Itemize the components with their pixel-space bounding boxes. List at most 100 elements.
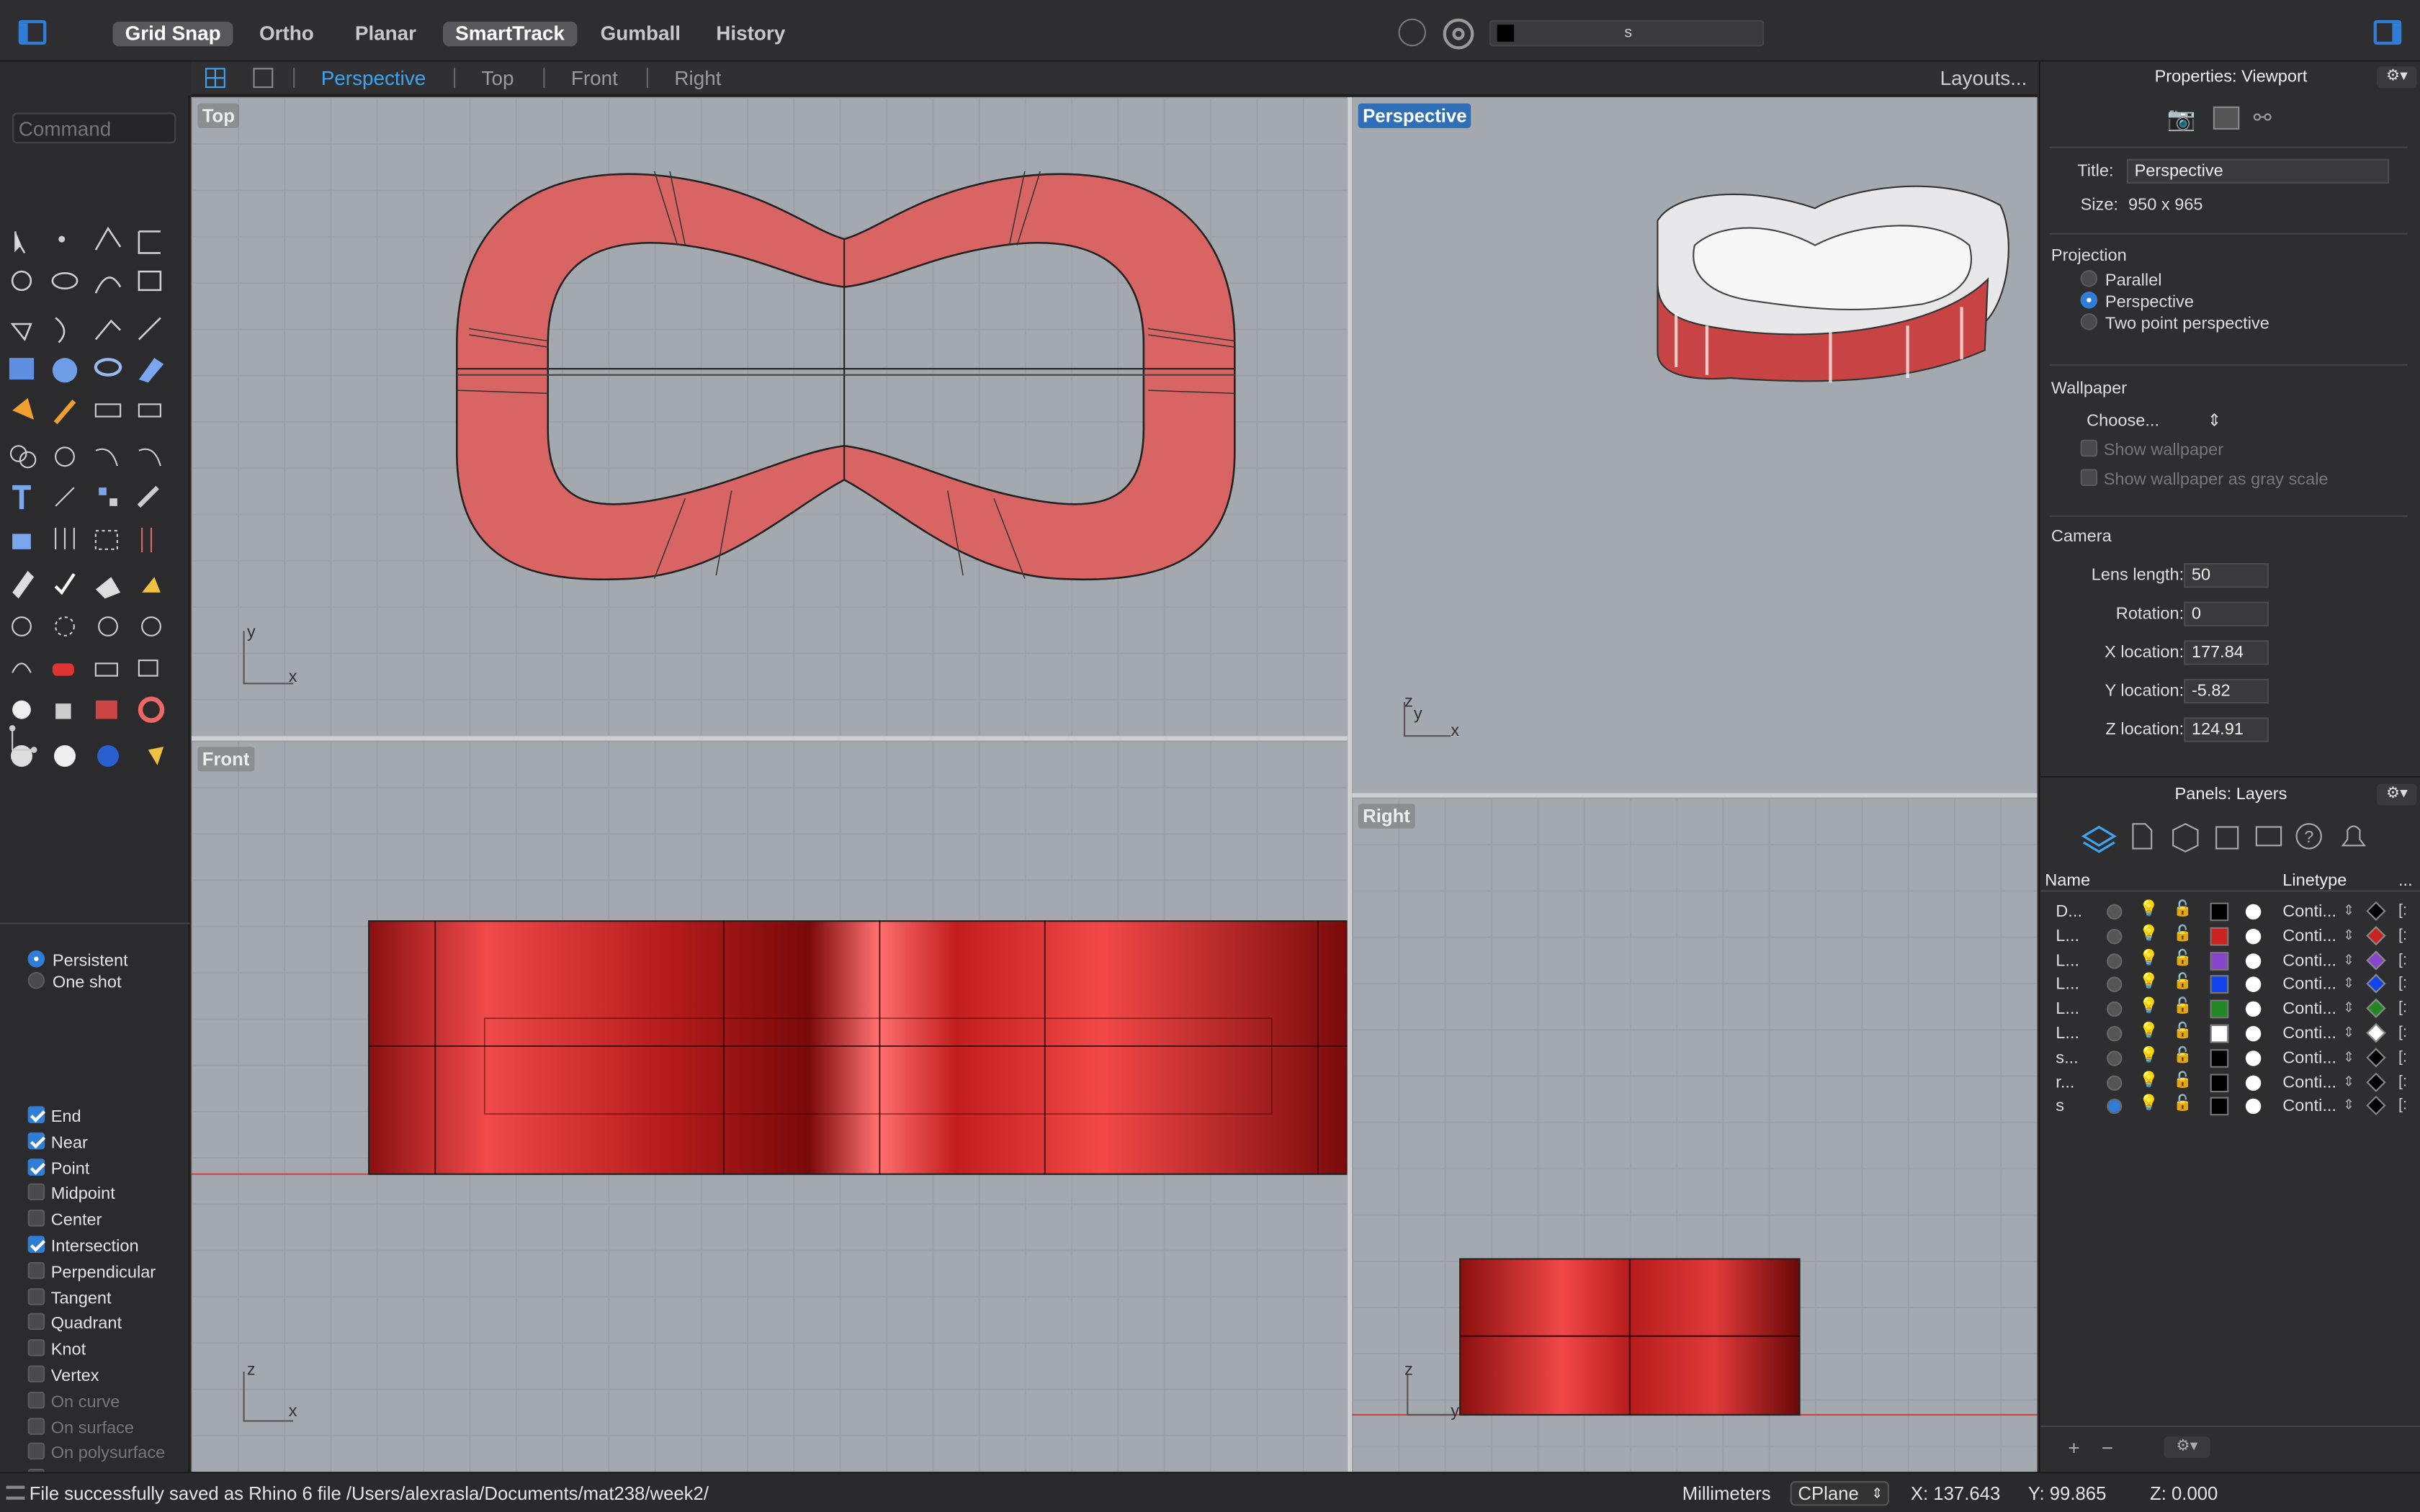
four-viewports-icon[interactable] xyxy=(205,68,225,89)
print-color-icon[interactable] xyxy=(2366,1047,2386,1068)
layer-color-swatch[interactable] xyxy=(2210,1048,2229,1068)
planar-button[interactable]: Planar xyxy=(343,22,429,46)
material-icon[interactable] xyxy=(2245,904,2262,920)
lightbulb-icon[interactable]: 💡 xyxy=(2139,1023,2159,1040)
print-color-icon[interactable] xyxy=(2366,1096,2386,1116)
current-layer-indicator[interactable] xyxy=(2107,904,2123,920)
print-color-icon[interactable] xyxy=(2366,925,2386,945)
layer-color-swatch[interactable] xyxy=(2210,999,2229,1019)
layer-name[interactable]: r... xyxy=(2056,1074,2074,1092)
projection-two-point-radio[interactable]: Two point perspective xyxy=(2080,313,2269,333)
viewport-display-icon[interactable] xyxy=(2213,106,2240,130)
osnap-point-checkbox[interactable]: Point xyxy=(27,1156,89,1181)
layer-linetype[interactable]: Conti... xyxy=(2282,1097,2336,1116)
material-icon[interactable] xyxy=(2245,928,2262,944)
layer-color-swatch[interactable] xyxy=(2210,1024,2229,1043)
linetype-stepper-icon[interactable]: ⇕ xyxy=(2343,903,2354,920)
osnap-on-surface-checkbox[interactable]: On surface xyxy=(27,1416,134,1440)
layouts-button[interactable]: Layouts... xyxy=(1940,66,2027,89)
single-viewport-icon[interactable] xyxy=(253,68,274,89)
properties-options-gear-icon[interactable]: ⚙▾ xyxy=(2377,66,2417,89)
material-icon[interactable] xyxy=(2245,1074,2262,1091)
viewport-label-right[interactable]: Right xyxy=(1358,804,1415,829)
checkbox[interactable] xyxy=(27,1236,45,1253)
show-wallpaper-checkbox[interactable]: Show wallpaper xyxy=(2080,439,2223,460)
osnap-mode-one-shot[interactable]: One shot xyxy=(27,971,122,995)
link-icon[interactable]: ⚯ xyxy=(2254,105,2285,133)
record-history-icon[interactable] xyxy=(1398,18,1426,47)
osnap-perpendicular-checkbox[interactable]: Perpendicular xyxy=(27,1260,156,1284)
linetype-stepper-icon[interactable]: ⇕ xyxy=(2343,927,2354,944)
current-layer-indicator[interactable] xyxy=(2107,953,2123,968)
viewport-top[interactable]: Top y x xyxy=(191,97,1348,737)
checkbox[interactable] xyxy=(27,1132,45,1149)
toggle-left-sidebar-icon[interactable] xyxy=(18,19,47,45)
layer-name[interactable]: s... xyxy=(2056,1049,2078,1068)
lightbulb-icon[interactable]: 💡 xyxy=(2139,1048,2159,1065)
layer-row[interactable]: s... 💡 🔓 Conti... ⇕ [: xyxy=(2040,1048,2420,1072)
osnap-midpoint-checkbox[interactable]: Midpoint xyxy=(27,1182,115,1207)
linetype-stepper-icon[interactable]: ⇕ xyxy=(2343,951,2354,968)
material-icon[interactable] xyxy=(2245,1026,2262,1042)
checkbox[interactable] xyxy=(27,1210,45,1227)
camera-field-input[interactable]: 0 xyxy=(2184,601,2269,626)
filter-icon[interactable] xyxy=(1443,18,1474,50)
osnap-quadrant-checkbox[interactable]: Quadrant xyxy=(27,1312,122,1336)
tab-front[interactable]: Front xyxy=(571,66,618,89)
print-width-icon[interactable]: [: xyxy=(2398,1097,2407,1115)
layer-row[interactable]: L... 💡 🔓 Conti... ⇕ [: xyxy=(2040,925,2420,950)
gumball-button[interactable]: Gumball xyxy=(588,22,693,46)
linetype-stepper-icon[interactable]: ⇕ xyxy=(2343,976,2354,993)
osnap-end-checkbox[interactable]: End xyxy=(27,1104,81,1129)
layer-color-swatch[interactable] xyxy=(2210,902,2229,922)
checkbox[interactable] xyxy=(27,1417,45,1434)
current-layer-indicator[interactable] xyxy=(2107,1050,2123,1066)
checkbox[interactable] xyxy=(27,1313,45,1331)
title-field[interactable]: Perspective xyxy=(2126,158,2390,184)
cplane-axes-icon[interactable] xyxy=(6,722,43,759)
current-layer-selector[interactable]: s xyxy=(1489,19,1765,47)
material-icon[interactable] xyxy=(2245,1099,2262,1115)
tab-top[interactable]: Top xyxy=(482,66,514,89)
current-layer-indicator[interactable] xyxy=(2107,1002,2123,1017)
layer-options-gear-icon[interactable]: ⚙▾ xyxy=(2164,1436,2210,1458)
viewport-label-top[interactable]: Top xyxy=(197,103,240,128)
history-button[interactable]: History xyxy=(704,22,797,46)
layer-row[interactable]: D... 💡 🔓 Conti... ⇕ [: xyxy=(2040,901,2420,925)
checkbox[interactable] xyxy=(27,1184,45,1201)
layer-color-swatch[interactable] xyxy=(2210,927,2229,946)
command-input[interactable] xyxy=(12,112,176,144)
layer-row[interactable]: L... 💡 🔓 Conti... ⇕ [: xyxy=(2040,950,2420,974)
osnap-center-checkbox[interactable]: Center xyxy=(27,1208,102,1233)
layer-linetype[interactable]: Conti... xyxy=(2282,1049,2336,1068)
layer-linetype[interactable]: Conti... xyxy=(2282,951,2336,970)
layer-color-swatch[interactable] xyxy=(2210,1073,2229,1092)
material-icon[interactable] xyxy=(2245,953,2262,968)
current-layer-indicator[interactable] xyxy=(2107,1026,2123,1042)
viewport-label-front[interactable]: Front xyxy=(197,747,254,772)
viewport-right[interactable]: Right z y xyxy=(1352,797,2038,1472)
units-label[interactable]: Millimeters xyxy=(1682,1482,1771,1504)
lightbulb-icon[interactable]: 💡 xyxy=(2139,901,2159,918)
show-wallpaper-gray-checkbox[interactable]: Show wallpaper as gray scale xyxy=(2080,469,2329,489)
lightbulb-icon[interactable]: 💡 xyxy=(2139,1096,2159,1113)
layer-color-swatch[interactable] xyxy=(2210,951,2229,970)
checkbox[interactable] xyxy=(27,1365,45,1382)
lock-icon[interactable]: 🔓 xyxy=(2173,1096,2192,1113)
osnap-knot-checkbox[interactable]: Knot xyxy=(27,1338,86,1362)
camera-field-input[interactable]: -5.82 xyxy=(2184,678,2269,704)
checkbox[interactable] xyxy=(27,1158,45,1175)
lightbulb-icon[interactable]: 💡 xyxy=(2139,999,2159,1016)
remove-layer-icon[interactable]: − xyxy=(2102,1436,2113,1459)
current-layer-indicator[interactable] xyxy=(2107,928,2123,944)
print-width-icon[interactable]: [: xyxy=(2398,1074,2407,1091)
print-color-icon[interactable] xyxy=(2366,950,2386,970)
checkbox[interactable] xyxy=(27,1391,45,1408)
print-width-icon[interactable]: [: xyxy=(2398,1025,2407,1042)
linetype-stepper-icon[interactable]: ⇕ xyxy=(2343,1049,2354,1066)
current-layer-indicator[interactable] xyxy=(2107,1074,2123,1091)
lightbulb-icon[interactable]: 💡 xyxy=(2139,925,2159,942)
print-color-icon[interactable] xyxy=(2366,999,2386,1019)
col-name[interactable]: Name xyxy=(2045,872,2090,891)
layer-linetype[interactable]: Conti... xyxy=(2282,927,2336,945)
